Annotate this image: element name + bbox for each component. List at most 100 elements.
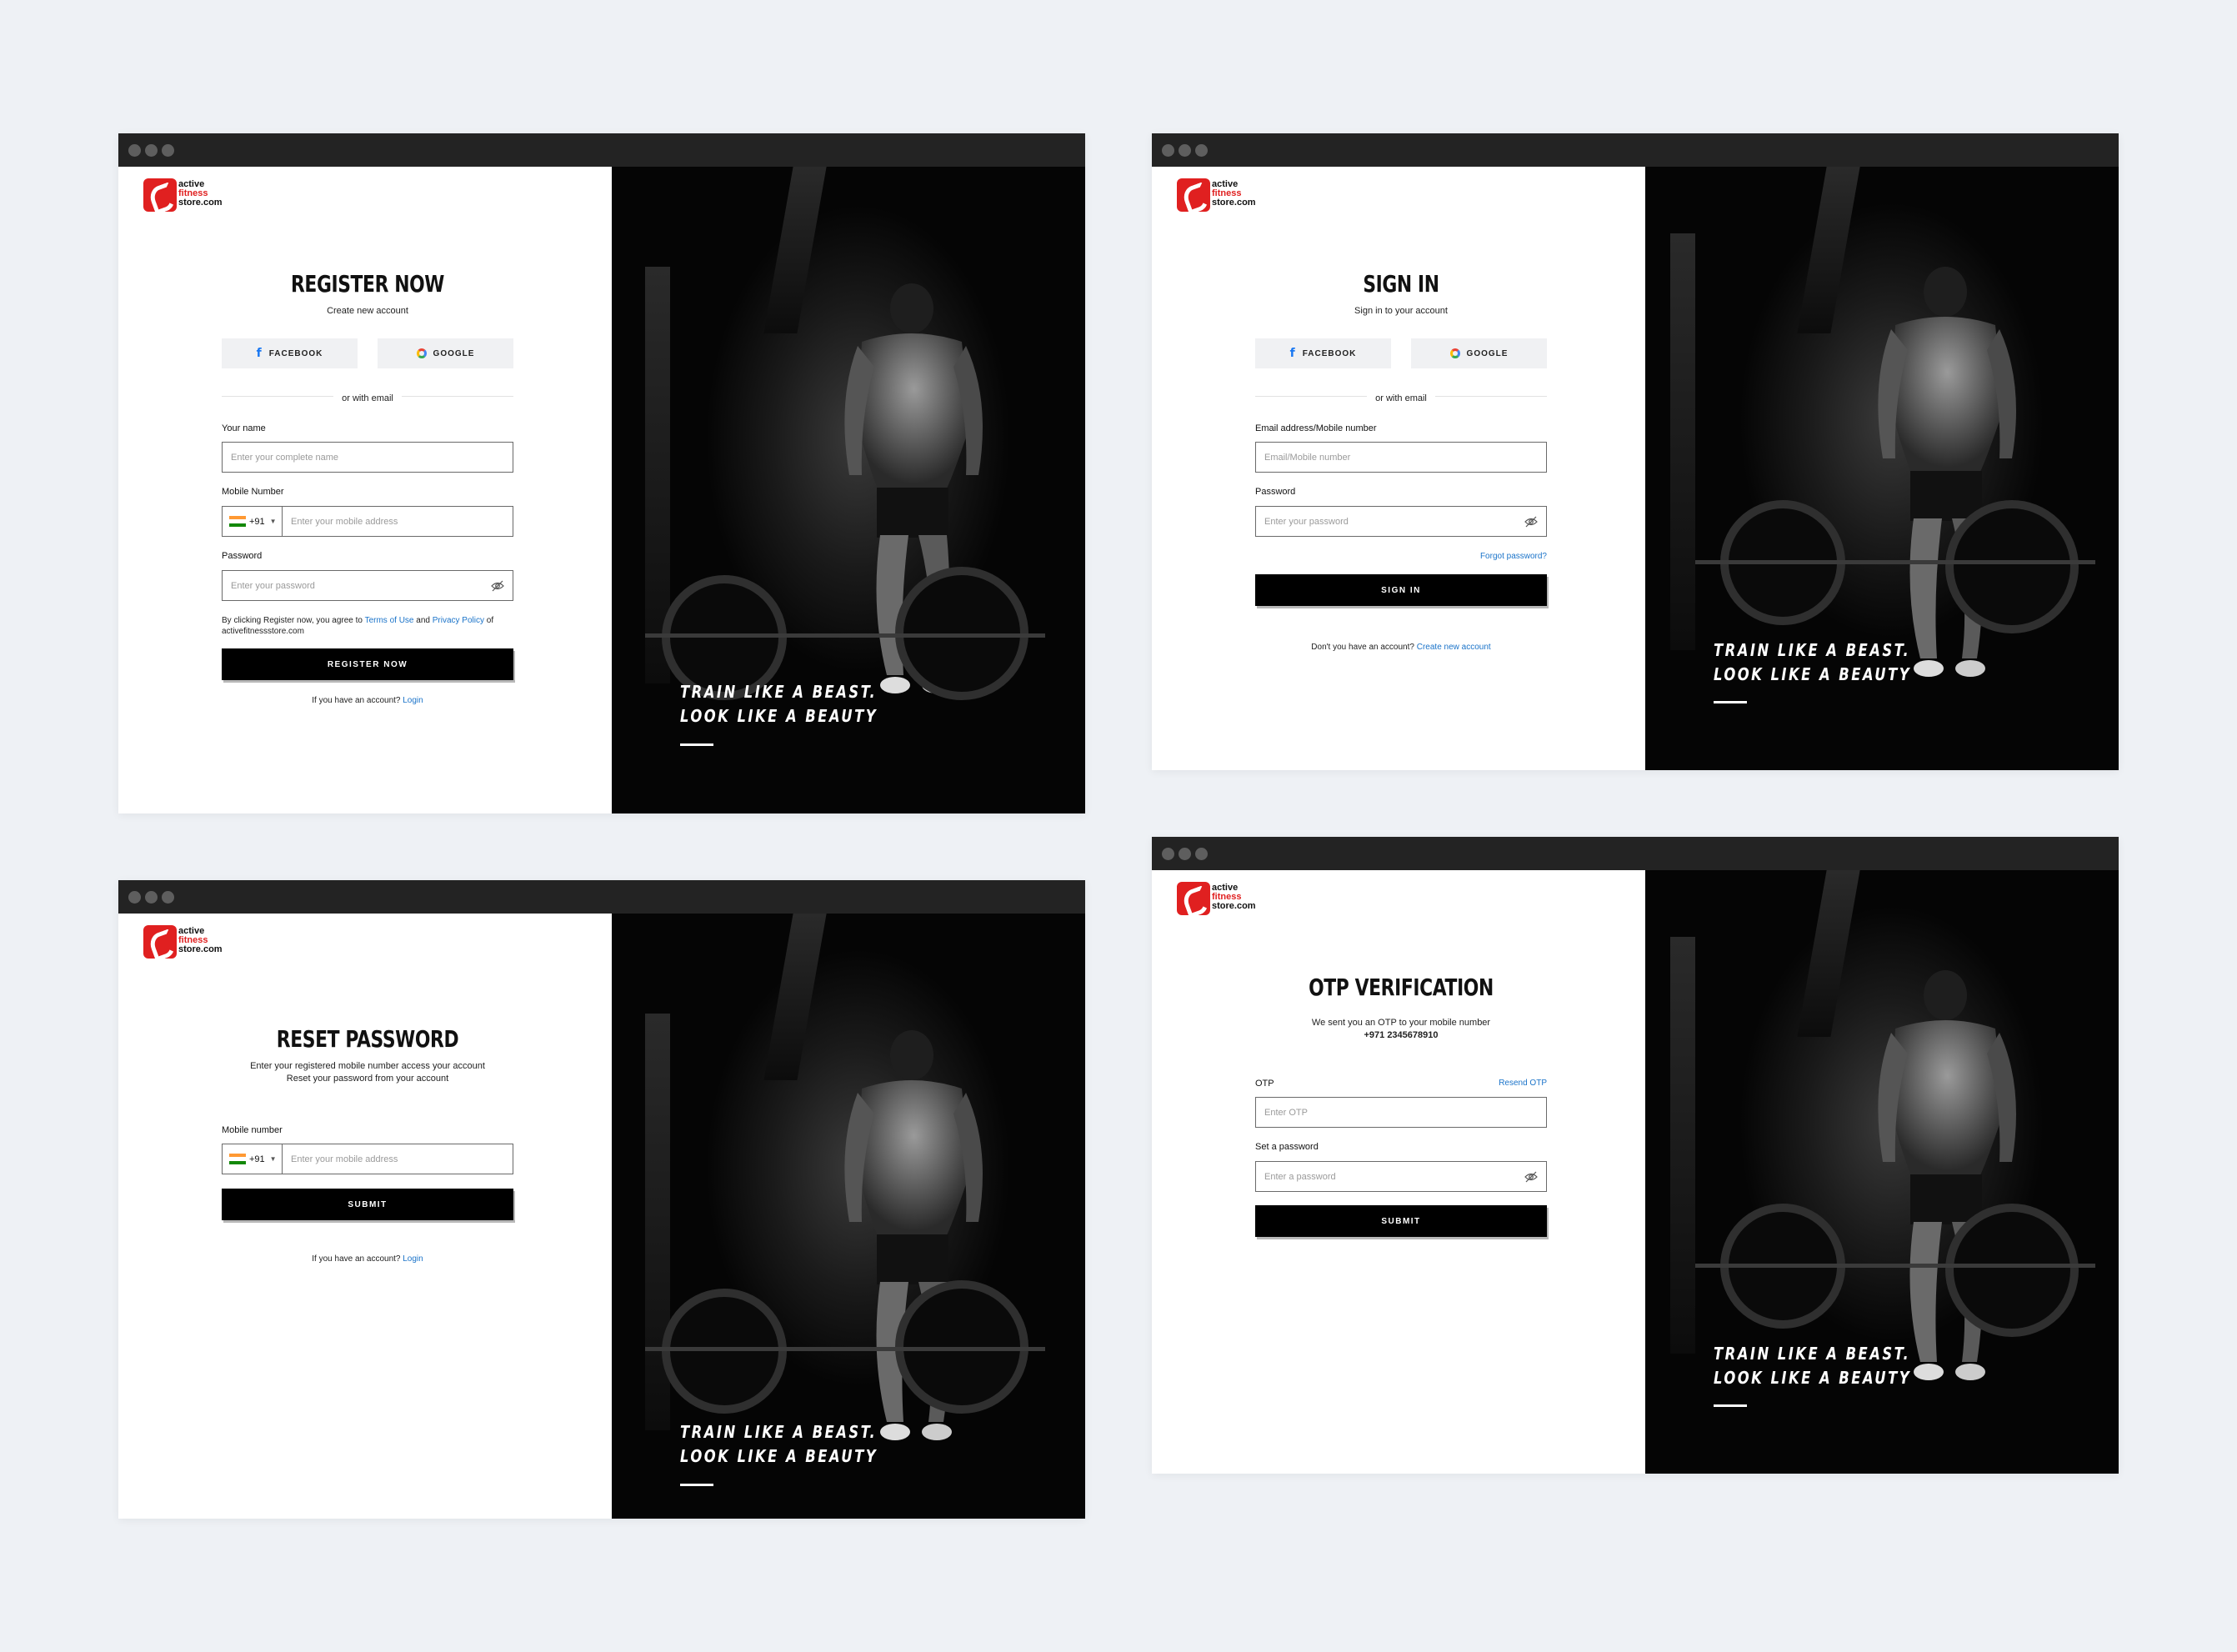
- tagline-underline: [680, 1484, 713, 1486]
- resend-otp-link[interactable]: Resend OTP: [1255, 1079, 1547, 1088]
- facebook-icon: f: [256, 347, 263, 360]
- otp-window: active fitness store.com OTP VERIFICATIO…: [1152, 837, 2119, 1474]
- set-password-label: Set a password: [1255, 1142, 1319, 1152]
- eye-off-icon[interactable]: [491, 580, 504, 592]
- window-control-dot[interactable]: [128, 891, 141, 904]
- submit-button[interactable]: SUBMIT: [222, 1189, 513, 1220]
- page-title: OTP VERIFICATION: [1309, 974, 1494, 1001]
- window-control-dot[interactable]: [162, 144, 174, 157]
- window-control-dot[interactable]: [1179, 144, 1191, 157]
- social-login-row: f FACEBOOK GOOGLE: [1255, 338, 1547, 368]
- window-control-dot[interactable]: [1195, 848, 1208, 860]
- window-control-dot[interactable]: [162, 891, 174, 904]
- password-input[interactable]: Enter your password: [1255, 506, 1547, 537]
- hero-tagline: TRAIN LIKE A BEAST. LOOK LIKE A BEAUTY: [680, 1422, 878, 1466]
- chevron-down-icon: ▼: [269, 518, 277, 525]
- otp-form-panel: active fitness store.com OTP VERIFICATIO…: [1152, 870, 1645, 1474]
- window-control-dot[interactable]: [1162, 144, 1174, 157]
- tagline-underline: [680, 743, 713, 746]
- logo-mark-icon: [1177, 178, 1210, 212]
- register-form-panel: active fitness store.com REGISTER NOW Cr…: [118, 167, 612, 813]
- login-prompt: If you have an account? Login: [312, 1254, 423, 1264]
- google-button[interactable]: GOOGLE: [1411, 338, 1547, 368]
- signup-prompt: Don't you have an account? Create new ac…: [1311, 643, 1491, 652]
- register-button[interactable]: REGISTER NOW: [222, 648, 513, 680]
- logo-mark-icon: [143, 178, 177, 212]
- register-form: REGISTER NOW Create new account f FACEBO…: [222, 167, 513, 813]
- brand-logo[interactable]: active fitness store.com: [143, 925, 227, 962]
- hero-tagline: TRAIN LIKE A BEAST. LOOK LIKE A BEAUTY: [1714, 1344, 1912, 1388]
- otp-form: OTP VERIFICATION We sent you an OTP to y…: [1255, 870, 1547, 1474]
- eye-off-icon[interactable]: [1524, 1171, 1538, 1183]
- mobile-field: +91 ▼ Enter your mobile address: [222, 1144, 513, 1174]
- chevron-down-icon: ▼: [269, 1155, 277, 1163]
- window-control-dot[interactable]: [1195, 144, 1208, 157]
- page-subtitle: Create new account: [327, 306, 408, 316]
- terms-link[interactable]: Terms of Use: [365, 616, 414, 625]
- window-control-dot[interactable]: [145, 891, 158, 904]
- forgot-password-link[interactable]: Forgot password?: [1255, 552, 1547, 561]
- page-subtitle: Sign in to your account: [1354, 306, 1448, 316]
- facebook-icon: f: [1289, 347, 1296, 360]
- or-divider: or with email: [1255, 390, 1547, 403]
- mobile-input[interactable]: Enter your mobile address: [283, 1144, 513, 1174]
- password-label: Password: [222, 551, 263, 561]
- india-flag-icon: [229, 515, 246, 528]
- hero-tagline: TRAIN LIKE A BEAST. LOOK LIKE A BEAUTY: [1714, 640, 1912, 684]
- window-titlebar: [118, 880, 1085, 914]
- page-title: REGISTER NOW: [290, 270, 445, 298]
- signin-form: SIGN IN Sign in to your account f FACEBO…: [1255, 167, 1547, 770]
- email-label: Email address/Mobile number: [1255, 423, 1377, 433]
- window-control-dot[interactable]: [1179, 848, 1191, 860]
- window-titlebar: [118, 133, 1085, 167]
- signin-window: active fitness store.com SIGN IN Sign in…: [1152, 133, 2119, 770]
- logo-mark-icon: [1177, 882, 1210, 915]
- country-code-select[interactable]: +91 ▼: [223, 1144, 283, 1174]
- mobile-label: Mobile Number: [222, 487, 284, 497]
- window-titlebar: [1152, 133, 2119, 167]
- eye-off-icon[interactable]: [1524, 516, 1538, 528]
- hero-image-panel: TRAIN LIKE A BEAST. LOOK LIKE A BEAUTY: [612, 914, 1085, 1519]
- email-input[interactable]: Email/Mobile number: [1255, 442, 1547, 473]
- reset-password-window: active fitness store.com RESET PASSWORD …: [118, 880, 1085, 1519]
- brand-logo[interactable]: active fitness store.com: [1177, 178, 1260, 215]
- page-title: SIGN IN: [1363, 270, 1439, 298]
- facebook-button[interactable]: f FACEBOOK: [222, 338, 358, 368]
- name-input[interactable]: Enter your complete name: [222, 442, 513, 473]
- window-control-dot[interactable]: [128, 144, 141, 157]
- submit-button[interactable]: SUBMIT: [1255, 1205, 1547, 1237]
- mobile-input[interactable]: Enter your mobile address: [283, 507, 513, 536]
- brand-logo[interactable]: active fitness store.com: [1177, 882, 1260, 919]
- social-login-row: f FACEBOOK GOOGLE: [222, 338, 513, 368]
- page-subtitle: We sent you an OTP to your mobile number…: [1255, 1017, 1547, 1042]
- facebook-button[interactable]: f FACEBOOK: [1255, 338, 1391, 368]
- login-link[interactable]: Login: [403, 696, 423, 705]
- brand-logo[interactable]: active fitness store.com: [143, 178, 227, 215]
- login-link[interactable]: Login: [403, 1254, 423, 1264]
- google-button[interactable]: GOOGLE: [378, 338, 513, 368]
- google-icon: [1449, 348, 1460, 358]
- otp-phone-number: +971 2345678910: [1364, 1030, 1439, 1040]
- hero-image-panel: TRAIN LIKE A BEAST. LOOK LIKE A BEAUTY: [1645, 870, 2119, 1474]
- signin-button[interactable]: SIGN IN: [1255, 574, 1547, 606]
- password-label: Password: [1255, 487, 1296, 497]
- otp-input[interactable]: Enter OTP: [1255, 1097, 1547, 1128]
- window-control-dot[interactable]: [145, 144, 158, 157]
- tagline-underline: [1714, 1404, 1747, 1407]
- india-flag-icon: [229, 1153, 246, 1165]
- window-titlebar: [1152, 837, 2119, 870]
- privacy-link[interactable]: Privacy Policy: [433, 616, 484, 625]
- hero-tagline: TRAIN LIKE A BEAST. LOOK LIKE A BEAUTY: [680, 682, 878, 726]
- password-input[interactable]: Enter your password: [222, 570, 513, 601]
- reset-form-panel: active fitness store.com RESET PASSWORD …: [118, 914, 612, 1519]
- google-icon: [416, 348, 427, 358]
- password-input[interactable]: Enter a password: [1255, 1161, 1547, 1192]
- window-control-dot[interactable]: [1162, 848, 1174, 860]
- create-account-link[interactable]: Create new account: [1417, 643, 1491, 652]
- or-divider: or with email: [222, 390, 513, 403]
- hero-image-panel: TRAIN LIKE A BEAST. LOOK LIKE A BEAUTY: [1645, 167, 2119, 770]
- country-code-select[interactable]: +91 ▼: [223, 507, 283, 536]
- mobile-field: +91 ▼ Enter your mobile address: [222, 506, 513, 537]
- mobile-label: Mobile number: [222, 1125, 283, 1135]
- page-subtitle: Enter your registered mobile number acce…: [250, 1061, 485, 1084]
